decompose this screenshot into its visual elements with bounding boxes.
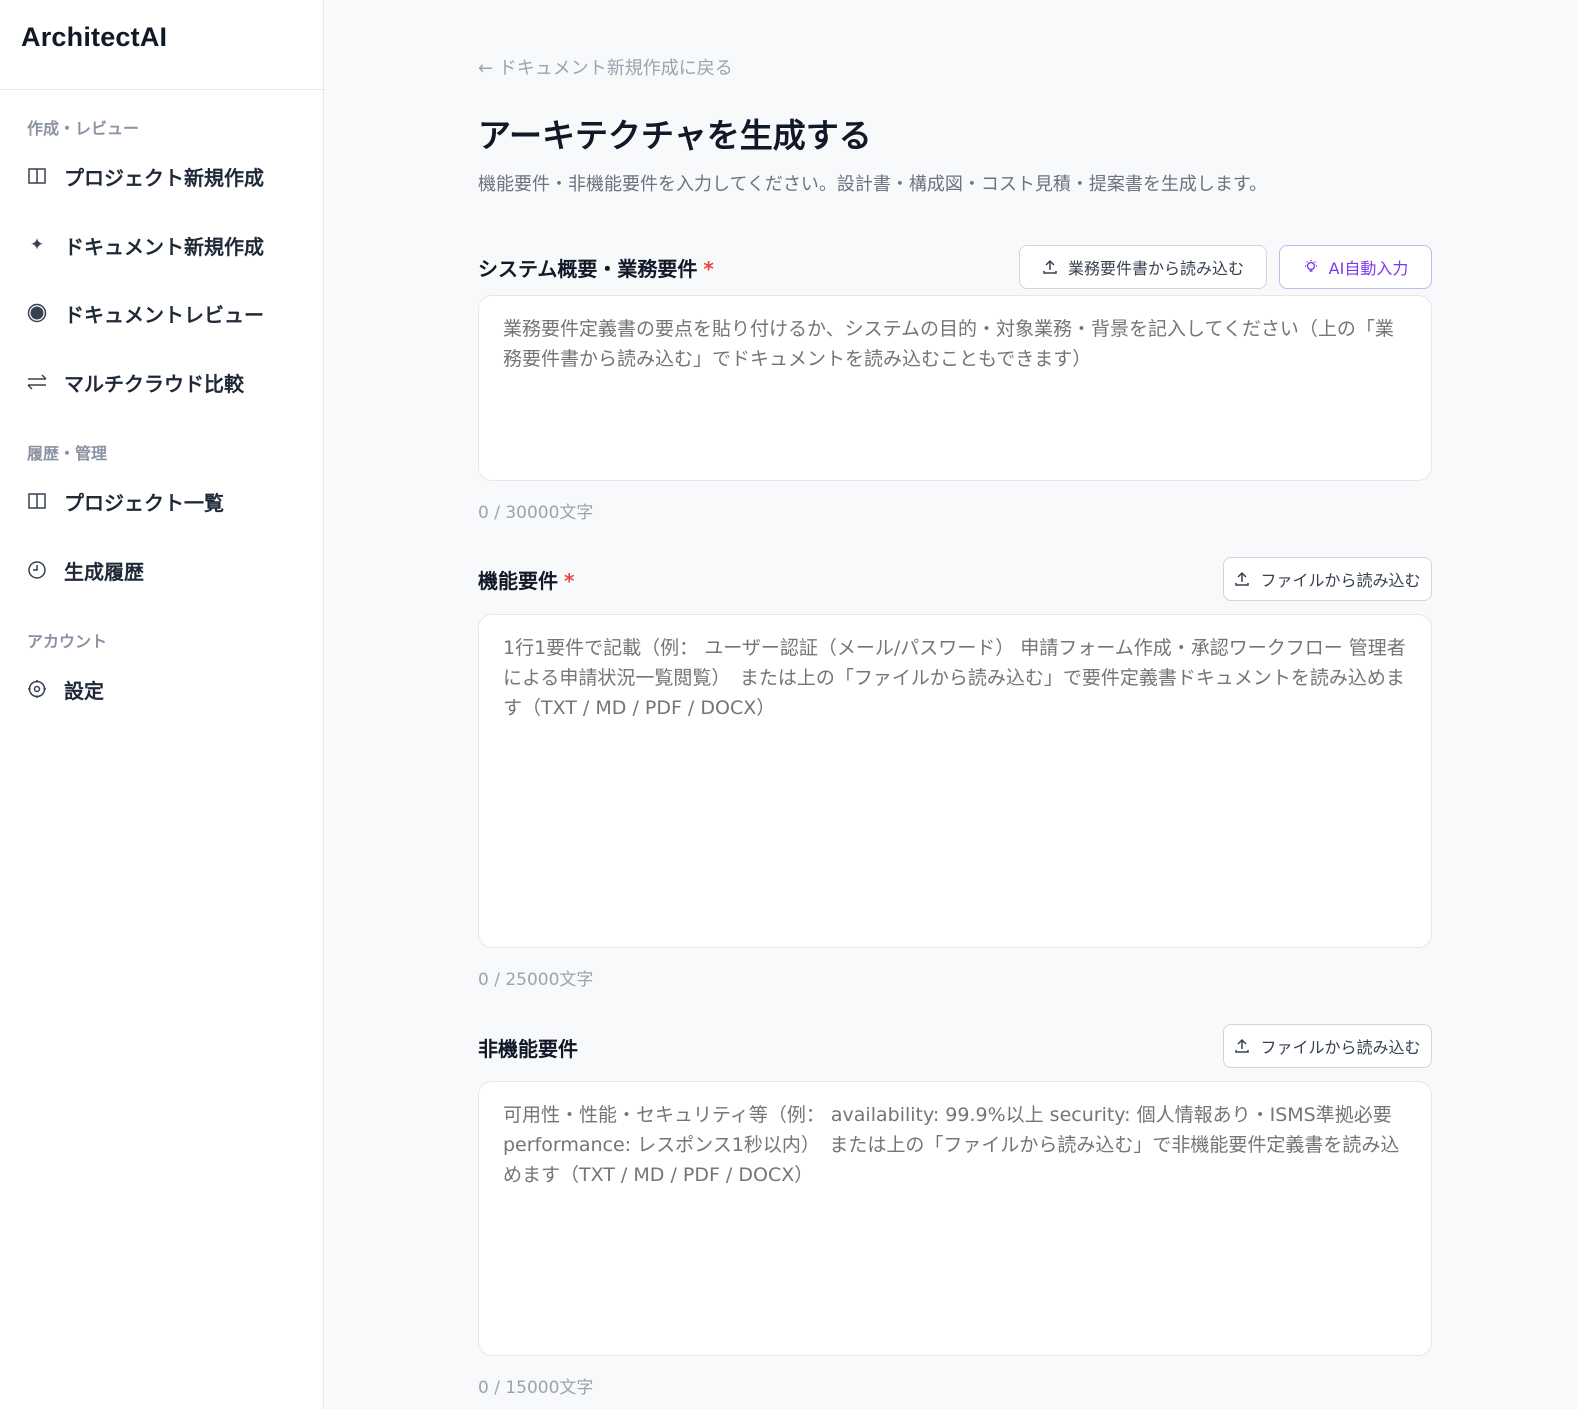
sidebar-item-generation-history[interactable]: 生成履歴	[16, 546, 308, 594]
button-label: ファイルから読み込む	[1260, 571, 1421, 590]
sidebar-item-label: プロジェクト新規作成	[64, 165, 264, 190]
clock-icon	[26, 559, 48, 581]
functional-requirements-textarea[interactable]	[478, 614, 1432, 948]
sidebar-item-label: ドキュメントレビュー	[64, 302, 264, 327]
main-content: ← ドキュメント新規作成に戻る アーキテクチャを生成する 機能要件・非機能要件を…	[324, 0, 1577, 1409]
sidebar-item-label: 生成履歴	[64, 559, 144, 584]
sidebar-item-project-list[interactable]: プロジェクト一覧	[16, 477, 308, 525]
sidebar-item-label: ドキュメント新規作成	[64, 234, 264, 259]
record-icon	[26, 302, 48, 324]
sidebar-item-label: 設定	[64, 678, 104, 703]
sidebar-section-history: 履歴・管理	[27, 444, 108, 463]
field-label-text: 非機能要件	[478, 1037, 578, 1061]
nonfunctional-requirements-label: 非機能要件	[478, 1033, 578, 1062]
nonfunctional-requirements-textarea[interactable]	[478, 1081, 1432, 1356]
upload-icon	[1234, 571, 1250, 587]
required-mark: *	[703, 257, 714, 281]
sidebar: ArchitectAI 作成・レビュー プロジェクト新規作成 ✦ ドキュメント新…	[0, 0, 324, 1409]
system-overview-textarea[interactable]	[478, 295, 1432, 481]
sidebar-item-document-review[interactable]: ドキュメントレビュー	[16, 289, 308, 337]
nonfunctional-requirements-counter: 0 / 15000文字	[478, 1378, 594, 1398]
sidebar-section-create-review: 作成・レビュー	[27, 119, 140, 138]
panel-icon	[26, 165, 48, 187]
lightbulb-icon	[1303, 259, 1319, 275]
field-label-text: 機能要件	[478, 569, 558, 593]
panel-icon	[26, 490, 48, 512]
functional-requirements-label: 機能要件 *	[478, 565, 574, 594]
back-link[interactable]: ← ドキュメント新規作成に戻る	[478, 54, 733, 80]
functional-requirements-counter: 0 / 25000文字	[478, 970, 594, 990]
gear-icon	[26, 678, 48, 700]
import-business-requirements-button[interactable]: 業務要件書から読み込む	[1019, 245, 1267, 289]
button-label: 業務要件書から読み込む	[1067, 259, 1244, 278]
sidebar-section-account: アカウント	[27, 632, 108, 651]
upload-icon	[1042, 259, 1058, 275]
sidebar-item-label: マルチクラウド比較	[64, 371, 244, 396]
page-title: アーキテクチャを生成する	[478, 116, 872, 155]
import-functional-file-button[interactable]: ファイルから読み込む	[1223, 557, 1432, 601]
field-label-text: システム概要・業務要件	[478, 257, 698, 281]
sidebar-item-multicloud-compare[interactable]: マルチクラウド比較	[16, 358, 308, 406]
sidebar-item-new-project[interactable]: プロジェクト新規作成	[16, 152, 308, 200]
sparkle-icon: ✦	[29, 235, 45, 255]
required-mark: *	[564, 569, 575, 593]
page-subtitle: 機能要件・非機能要件を入力してください。設計書・構成図・コスト見積・提案書を生成…	[478, 174, 1268, 195]
sidebar-item-settings[interactable]: 設定	[16, 665, 308, 713]
system-overview-label: システム概要・業務要件 *	[478, 253, 714, 282]
button-label: AI自動入力	[1328, 259, 1409, 278]
system-overview-counter: 0 / 30000文字	[478, 503, 594, 523]
upload-icon	[1234, 1038, 1250, 1054]
app-title: ArchitectAI	[0, 0, 323, 90]
sidebar-item-new-document[interactable]: ✦ ドキュメント新規作成	[16, 221, 308, 269]
swap-icon	[26, 371, 48, 393]
import-nonfunctional-file-button[interactable]: ファイルから読み込む	[1223, 1024, 1432, 1068]
sidebar-item-label: プロジェクト一覧	[64, 490, 224, 515]
button-label: ファイルから読み込む	[1260, 1038, 1421, 1057]
ai-autofill-button[interactable]: AI自動入力	[1279, 245, 1432, 289]
